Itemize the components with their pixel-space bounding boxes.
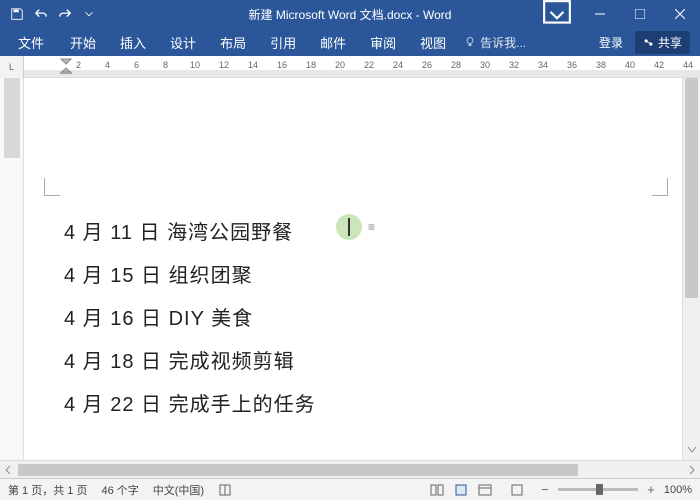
tab-review[interactable]: 审阅 (358, 29, 408, 56)
status-wordcount[interactable]: 46 个字 (101, 482, 138, 498)
tab-references[interactable]: 引用 (258, 29, 308, 56)
paragraph-mark-icon: ≡ (368, 220, 375, 234)
print-layout-button[interactable] (450, 481, 472, 499)
share-icon (643, 37, 654, 48)
tab-insert[interactable]: 插入 (108, 29, 158, 56)
share-button[interactable]: 共享 (635, 31, 690, 54)
margin-mark-icon (652, 178, 668, 196)
scrollbar-thumb[interactable] (18, 464, 578, 476)
zoom-slider-thumb[interactable] (596, 484, 603, 495)
close-button[interactable] (660, 0, 700, 28)
signin-link[interactable]: 登录 (591, 34, 631, 51)
document-viewport[interactable]: 4 月 11 日 海湾公园野餐 4 月 15 日 组织团聚 4 月 16 日 D… (24, 78, 682, 460)
margin-mark-icon (44, 178, 60, 196)
tab-layout[interactable]: 布局 (208, 29, 258, 56)
horizontal-ruler[interactable]: 2 4 6 8 10 12 14 16 18 20 22 24 26 28 30… (24, 56, 700, 77)
tab-selector[interactable]: L (0, 56, 24, 78)
status-bar: 第 1 页，共 1 页 46 个字 中文(中国) − + 100% (0, 478, 700, 500)
document-line[interactable]: 4 月 16 日 DIY 美食 (64, 302, 622, 331)
ribbon-options-icon[interactable] (542, 3, 572, 25)
window-title: 新建 Microsoft Word 文档.docx - Word (249, 6, 452, 23)
redo-icon[interactable] (54, 3, 76, 25)
document-line[interactable]: 4 月 18 日 完成视频剪辑 (64, 345, 622, 374)
undo-icon[interactable] (30, 3, 52, 25)
zoom-out-button[interactable]: − (538, 482, 552, 497)
tab-mailings[interactable]: 邮件 (308, 29, 358, 56)
qat-dropdown-icon[interactable] (78, 3, 100, 25)
scroll-down-icon[interactable] (683, 442, 700, 458)
minimize-button[interactable] (580, 0, 620, 28)
vertical-ruler[interactable] (0, 78, 24, 460)
document-line[interactable]: 4 月 22 日 完成手上的任务 (64, 388, 622, 417)
zoom-slider[interactable] (558, 488, 638, 491)
tab-view[interactable]: 视图 (408, 29, 458, 56)
horizontal-scrollbar[interactable] (0, 460, 700, 478)
status-page[interactable]: 第 1 页，共 1 页 (8, 482, 87, 498)
book-icon[interactable] (218, 483, 232, 497)
cursor-highlight-icon (336, 214, 362, 240)
scroll-left-icon[interactable] (0, 462, 16, 478)
lightbulb-icon (464, 36, 476, 48)
zoom-other-icon[interactable] (510, 483, 524, 497)
tab-file[interactable]: 文件 (4, 29, 58, 56)
web-layout-button[interactable] (474, 481, 496, 499)
zoom-in-button[interactable]: + (644, 482, 658, 497)
document-line[interactable]: 4 月 15 日 组织团聚 (64, 259, 622, 288)
zoom-level[interactable]: 100% (664, 484, 692, 496)
scroll-right-icon[interactable] (684, 462, 700, 478)
tab-home[interactable]: 开始 (58, 29, 108, 56)
vertical-scrollbar[interactable] (682, 78, 700, 460)
read-mode-button[interactable] (426, 481, 448, 499)
ribbon-tabs: 文件 开始 插入 设计 布局 引用 邮件 审阅 视图 告诉我... 登录 共享 (0, 28, 700, 56)
tab-design[interactable]: 设计 (158, 29, 208, 56)
save-icon[interactable] (6, 3, 28, 25)
status-language[interactable]: 中文(中国) (153, 482, 204, 498)
maximize-button[interactable] (620, 0, 660, 28)
scrollbar-thumb[interactable] (685, 78, 698, 298)
tell-me-search[interactable]: 告诉我... (464, 34, 526, 51)
